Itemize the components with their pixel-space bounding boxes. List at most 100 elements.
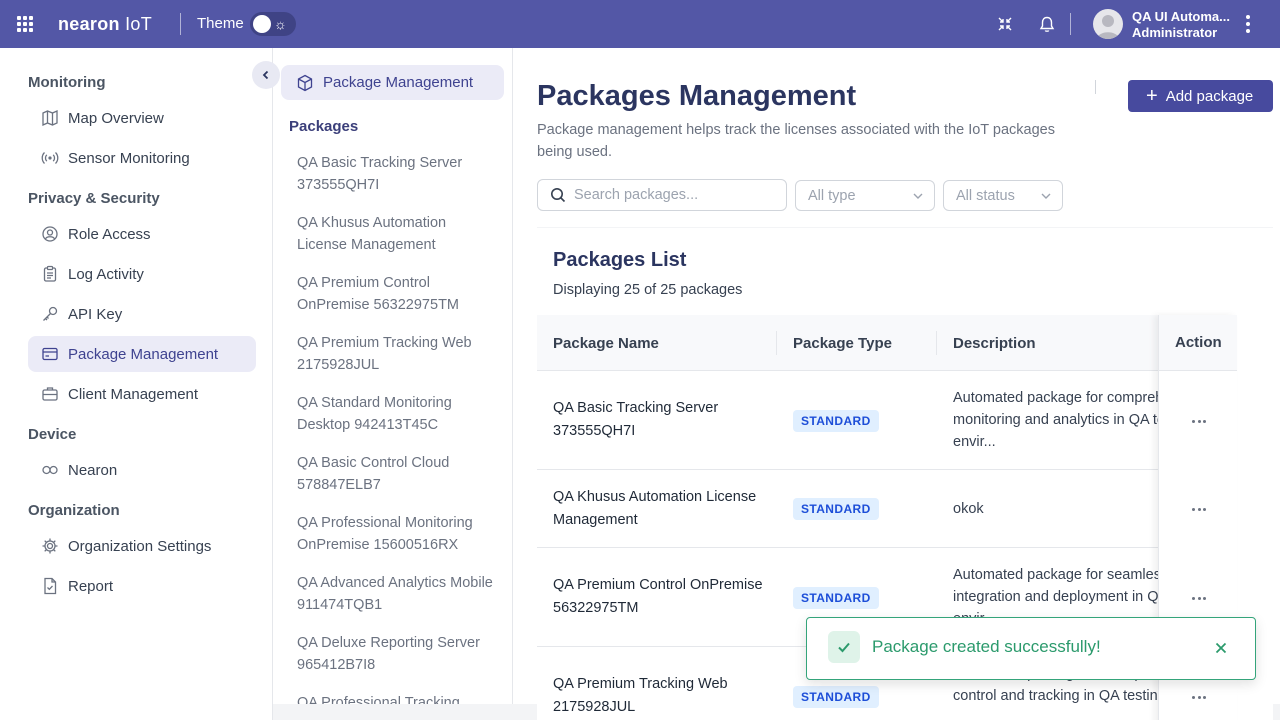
sidebar-item-label: Package Management [68,345,219,363]
top-bar: nearon IoT Theme ☼ QA UI Automa... Admin… [0,0,1280,48]
sidebar-item-label: Log Activity [68,265,144,283]
section-privacy-security: Privacy & Security [28,190,160,207]
chevron-left-icon [262,70,269,80]
close-icon[interactable] [1211,638,1231,658]
sidebar-item-api-key[interactable]: API Key [28,296,256,332]
package-list-item[interactable]: QA Advanced Analytics Mobile 911474TQB1 [297,572,497,616]
user-circle-icon [40,224,60,244]
sidebar-item-package-management[interactable]: Package Management [28,336,256,372]
app-logo[interactable]: nearon IoT [58,12,152,36]
sidebar-item-role-access[interactable]: Role Access [28,216,256,252]
search-field[interactable] [537,179,787,211]
device-icon [40,460,60,480]
briefcase-icon [40,384,60,404]
description-line: okok [953,501,984,517]
table-row[interactable]: QA Khusus Automation License Management … [537,470,1237,548]
sidebar-item-client-management[interactable]: Client Management [28,376,256,412]
status-filter-select[interactable]: All status [943,180,1063,211]
add-package-button[interactable]: + Add package [1128,80,1273,112]
fullscreen-exit-icon[interactable] [995,14,1015,34]
package-type-badge: STANDARD [793,686,879,708]
row-actions-icon[interactable] [1192,502,1206,516]
key-icon [40,304,60,324]
sidebar-item-nearon[interactable]: Nearon [28,452,256,488]
plus-icon: + [1146,85,1158,107]
description-line: control and tracking in QA testing [953,688,1163,704]
package-list-item[interactable]: QA Basic Control Cloud 578847ELB7 [297,452,497,496]
type-filter-select[interactable]: All type [795,180,935,211]
sidebar-item-sensor-monitoring[interactable]: Sensor Monitoring [28,140,256,176]
toggle-knob [253,15,271,33]
table-row[interactable]: QA Basic Tracking Server 373555QH7I STAN… [537,371,1237,470]
check-icon [828,631,860,663]
divider [1095,80,1096,94]
package-list-item[interactable]: QA Basic Tracking Server 373555QH7I [297,152,497,196]
add-package-label: Add package [1165,87,1254,105]
status-filter-value: All status [956,187,1015,204]
package-list-item[interactable]: QA Professional Tracking [297,692,497,704]
package-list-item[interactable]: QA Premium Control OnPremise 56322975TM [297,272,497,316]
subnav-title: Packages [289,118,359,135]
sun-icon: ☼ [274,16,287,32]
column-header-action: Action [1159,315,1237,371]
subnav-header[interactable]: Package Management [281,65,504,100]
toast-message: Package created successfully! [872,637,1101,656]
type-filter-value: All type [808,187,856,204]
sidebar-collapse-button[interactable] [252,61,280,89]
sidebar-item-label: Sensor Monitoring [68,149,190,167]
sidebar-item-label: Report [68,577,114,595]
more-vertical-icon[interactable] [1238,14,1258,34]
search-input[interactable] [574,187,774,203]
package-list-item[interactable]: QA Professional Monitoring OnPremise 156… [297,512,497,556]
package-type-badge: STANDARD [793,587,879,609]
package-name-cell: QA Basic Tracking Server 373555QH7I [553,400,719,439]
column-header-description[interactable]: Description [953,315,1036,371]
subnav-header-label: Package Management [323,74,474,91]
divider [1070,13,1071,35]
apps-grid-icon[interactable] [17,16,33,32]
column-header-type[interactable]: Package Type [793,315,892,371]
description-line: Automated package for seamless [953,567,1163,583]
sidebar-item-map-overview[interactable]: Map Overview [28,100,256,136]
package-type-badge: STANDARD [793,498,879,520]
sidebar-item-label: Map Overview [68,109,164,127]
sidebar: Monitoring Map Overview Sensor Monitorin… [0,48,280,720]
sidebar-item-label: Client Management [68,385,199,403]
theme-toggle[interactable]: ☼ [250,12,296,36]
chevron-down-icon [913,193,923,199]
column-separator [936,331,937,355]
sidebar-item-label: Organization Settings [68,537,212,555]
sidebar-item-organization-settings[interactable]: Organization Settings [28,528,256,564]
theme-label: Theme [197,15,244,32]
cube-icon [295,73,315,93]
user-name[interactable]: QA UI Automa... [1132,9,1230,24]
bell-icon[interactable] [1037,14,1057,34]
clipboard-icon [40,264,60,284]
row-actions-icon[interactable] [1192,414,1206,428]
avatar[interactable] [1093,9,1123,39]
column-header-name[interactable]: Package Name [553,315,659,371]
sidebar-item-label: Nearon [68,461,118,479]
gear-icon [40,536,60,556]
package-list-item[interactable]: QA Premium Tracking Web 2175928JUL [297,332,497,376]
sidebar-item-log-activity[interactable]: Log Activity [28,256,256,292]
package-list-item[interactable]: QA Deluxe Reporting Server 965412B7I8 [297,632,497,676]
section-organization: Organization [28,502,120,519]
map-icon [40,108,60,128]
package-type-badge: STANDARD [793,410,879,432]
card-subtitle: Displaying 25 of 25 packages [553,282,743,298]
row-actions-icon[interactable] [1192,591,1206,605]
sidebar-item-report[interactable]: Report [28,568,256,604]
package-list-item[interactable]: QA Standard Monitoring Desktop 942413T45… [297,392,497,436]
section-device: Device [28,426,77,443]
description-cell: Automated package for comprehensive moni… [953,387,1163,453]
sidebar-item-label: API Key [68,305,123,323]
description-line: envir... [953,434,996,450]
row-actions-icon[interactable] [1192,690,1206,704]
package-name-cell: QA Premium Control OnPremise 56322975TM [553,577,763,616]
section-monitoring: Monitoring [28,74,106,91]
page-description: Package management helps track the licen… [537,122,1055,160]
card-title: Packages List [553,249,687,271]
table-header: Package Name Package Type Description [537,315,1237,371]
package-list-item[interactable]: QA Khusus Automation License Management [297,212,497,256]
